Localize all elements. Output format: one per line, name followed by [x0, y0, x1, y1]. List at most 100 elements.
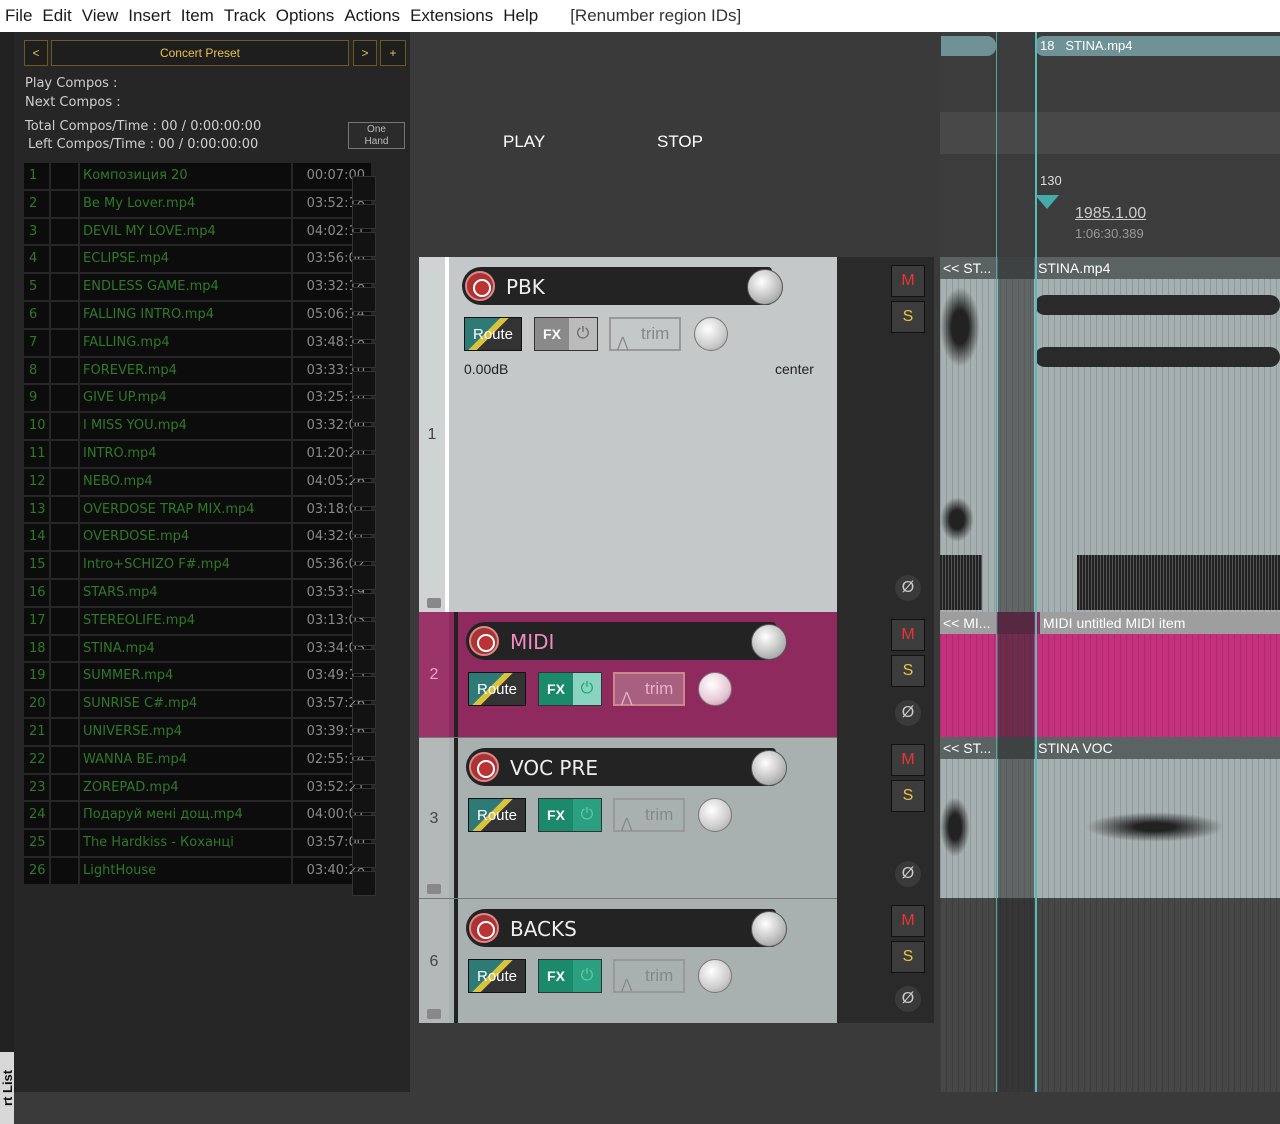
region-prev[interactable] — [941, 36, 996, 56]
list-item[interactable]: 20 SUNRISE C#.mp4 03:57:26 — [24, 690, 371, 718]
list-item[interactable]: 22 WANNA BE.mp4 02:55:14 — [24, 746, 371, 774]
fx-button[interactable]: FX ⏻ — [538, 959, 602, 993]
volume-knob[interactable] — [751, 911, 787, 947]
folder-icon[interactable] — [427, 598, 441, 608]
one-hand-button[interactable]: One Hand — [348, 122, 405, 149]
mute-button[interactable]: M — [891, 619, 925, 651]
song-side-button[interactable] — [352, 509, 376, 535]
list-item[interactable]: 18 STINA.mp4 03:34:05 — [24, 635, 371, 663]
list-item[interactable]: 23 ZOREPAD.mp4 03:52:21 — [24, 774, 371, 802]
menu-file[interactable]: File — [0, 6, 37, 26]
song-side-button[interactable] — [352, 398, 376, 424]
list-item[interactable]: 25 The Hardkiss - Коханці 03:57:00 — [24, 829, 371, 857]
song-side-button[interactable] — [352, 565, 376, 591]
phase-invert-icon[interactable]: Ø — [895, 575, 921, 601]
fx-button[interactable]: FX ⏻ — [538, 798, 602, 832]
song-side-button[interactable] — [352, 342, 376, 368]
song-side-button[interactable] — [352, 315, 376, 340]
route-button[interactable]: Route — [464, 317, 522, 351]
fx-button[interactable]: FX ⏻ — [534, 317, 598, 351]
list-item[interactable]: 16 STARS.mp4 03:53:19 — [24, 579, 371, 607]
midi-item[interactable] — [940, 634, 1280, 737]
arrange-view[interactable]: 18 STINA.mp4 130 1985.1.00 1:06:30.389 <… — [940, 32, 1280, 1092]
solo-button[interactable]: S — [891, 780, 925, 812]
list-item[interactable]: 6 FALLING INTRO.mp4 05:06:14 — [24, 301, 371, 329]
pan-knob[interactable] — [698, 798, 732, 832]
list-item[interactable]: 2 Be My Lover.mp4 03:52:18 — [24, 190, 371, 218]
volume-knob[interactable] — [751, 624, 787, 660]
power-icon[interactable]: ⏻ — [569, 318, 597, 350]
track-backs[interactable]: 6 BACKS Route FX ⏻ ⋀ trim — [419, 898, 837, 1023]
mute-button[interactable]: M — [891, 905, 925, 937]
route-button[interactable]: Route — [468, 798, 526, 832]
phase-invert-icon[interactable]: Ø — [895, 861, 921, 887]
trim-button[interactable]: ⋀ trim — [613, 672, 685, 706]
volume-knob[interactable] — [747, 269, 783, 305]
pan-knob[interactable] — [698, 959, 732, 993]
route-button[interactable]: Route — [468, 672, 526, 706]
list-item[interactable]: 9 GIVE UP.mp4 03:25:10 — [24, 384, 371, 412]
next-preset-button[interactable]: > — [353, 40, 377, 66]
phase-invert-icon[interactable]: Ø — [895, 700, 921, 726]
menu-insert[interactable]: Insert — [123, 6, 176, 26]
record-arm-icon[interactable] — [469, 913, 499, 943]
list-item[interactable]: 4 ECLIPSE.mp4 03:56:06 — [24, 245, 371, 273]
track-name-bar[interactable]: PBK — [462, 267, 783, 305]
list-item[interactable]: 5 ENDLESS GAME.mp4 03:32:18 — [24, 273, 371, 301]
menu-actions[interactable]: Actions — [339, 6, 405, 26]
track-name-bar[interactable]: BACKS — [466, 909, 787, 947]
list-item[interactable]: 11 INTRO.mp4 01:20:20 — [24, 440, 371, 468]
song-side-button[interactable] — [352, 648, 376, 674]
song-side-button[interactable] — [352, 704, 376, 730]
song-side-button[interactable] — [352, 759, 376, 785]
list-item[interactable]: 24 Подаруй мені дощ.mp4 04:00:01 — [24, 801, 371, 829]
setlist-tab[interactable]: rt List — [0, 1052, 15, 1124]
song-side-button[interactable] — [352, 732, 376, 757]
power-icon[interactable]: ⏻ — [573, 799, 601, 831]
add-preset-button[interactable]: + — [380, 40, 406, 66]
song-side-button[interactable] — [352, 231, 376, 257]
song-side-button[interactable] — [352, 454, 376, 479]
menu-view[interactable]: View — [77, 6, 124, 26]
pan-knob[interactable] — [698, 672, 732, 706]
list-item[interactable]: 3 DEVIL MY LOVE.mp4 04:02:11 — [24, 218, 371, 246]
pan-knob[interactable] — [694, 317, 728, 351]
preset-name[interactable]: Concert Preset — [51, 40, 349, 66]
track-name-bar[interactable]: VOC PRE — [466, 748, 787, 786]
record-arm-icon[interactable] — [465, 271, 495, 301]
menu-track[interactable]: Track — [219, 6, 271, 26]
song-side-button[interactable] — [352, 620, 376, 646]
folder-icon[interactable] — [427, 884, 441, 894]
record-arm-icon[interactable] — [469, 626, 499, 656]
song-side-button[interactable] — [352, 176, 376, 201]
tempo-marker[interactable]: 130 — [1040, 173, 1062, 188]
list-item[interactable]: 13 OVERDOSE TRAP MIX.mp4 03:18:01 — [24, 496, 371, 524]
menu-help[interactable]: Help — [498, 6, 543, 26]
mute-button[interactable]: M — [891, 744, 925, 776]
solo-button[interactable]: S — [891, 941, 925, 973]
song-side-button[interactable] — [352, 593, 376, 618]
list-item[interactable]: 26 LightHouse 03:40:28 — [24, 857, 371, 885]
list-item[interactable]: 19 SUMMER.mp4 03:49:15 — [24, 662, 371, 690]
mute-button[interactable]: M — [891, 265, 925, 297]
fx-button[interactable]: FX ⏻ — [538, 672, 602, 706]
power-icon[interactable]: ⏻ — [573, 960, 601, 992]
region-current[interactable]: 18 STINA.mp4 — [1035, 36, 1280, 56]
menu-extensions[interactable]: Extensions — [405, 6, 498, 26]
list-item[interactable]: 12 NEBO.mp4 04:05:26 — [24, 468, 371, 496]
song-side-button[interactable] — [352, 259, 376, 285]
menu-last-action[interactable]: [Renumber region IDs] — [565, 6, 746, 26]
trim-button[interactable]: ⋀ trim — [609, 317, 681, 351]
song-side-button[interactable] — [352, 203, 376, 229]
stop-button[interactable]: STOP — [657, 132, 703, 152]
song-side-button[interactable] — [352, 815, 376, 841]
list-item[interactable]: 10 I MISS YOU.mp4 03:32:00 — [24, 412, 371, 440]
phase-invert-icon[interactable]: Ø — [895, 986, 921, 1012]
track-voc-pre[interactable]: 3 VOC PRE Route FX ⏻ ⋀ trim — [419, 737, 837, 898]
song-side-button[interactable] — [352, 287, 376, 313]
song-side-button[interactable] — [352, 426, 376, 452]
song-side-button[interactable] — [352, 676, 376, 702]
solo-button[interactable]: S — [891, 655, 925, 687]
song-side-button[interactable] — [352, 370, 376, 396]
list-item[interactable]: 8 FOREVER.mp4 03:33:10 — [24, 357, 371, 385]
